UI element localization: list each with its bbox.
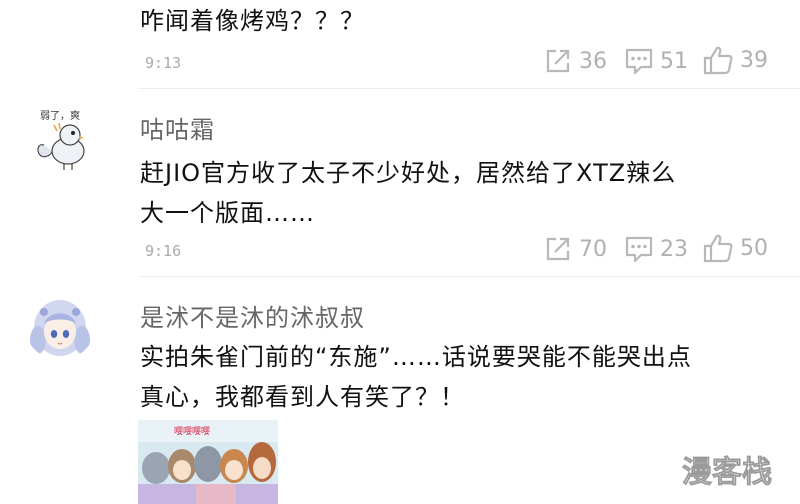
divider	[138, 276, 800, 277]
share-icon	[546, 49, 570, 73]
comment-text-line1: 赶JIO官方收了太子不少好处，居然给了XTZ辣么	[140, 159, 677, 187]
like-button[interactable]: 39	[702, 44, 768, 76]
reply-count: 23	[660, 236, 688, 262]
share-count: 36	[579, 48, 607, 74]
comment-text-line2: 真心，我都看到人有笑了？！	[140, 383, 465, 411]
avatar[interactable]: 弱了，爽	[24, 105, 96, 177]
comment-text: 咋闻着像烤鸡？？？	[140, 7, 365, 35]
reply-button[interactable]: 51	[624, 46, 688, 76]
watermark-text: 漫客栈	[682, 455, 772, 490]
image-caption: 嘤嘤嘤嘤	[174, 426, 210, 437]
share-count: 70	[579, 236, 607, 262]
like-count: 50	[740, 235, 768, 261]
comment-text-line2: 大一个版面……	[140, 199, 315, 227]
username[interactable]: 咕咕霜	[140, 110, 215, 145]
share-icon	[546, 237, 570, 261]
thumbs-up-icon	[703, 234, 733, 263]
reply-button[interactable]: 23	[624, 234, 688, 264]
comment-text-line1: 实拍朱雀门前的“东施”……话说要哭能不能哭出点	[140, 343, 692, 371]
bird-avatar-image: 弱了，爽	[24, 105, 96, 177]
divider	[138, 88, 800, 89]
comment-icon	[625, 48, 653, 75]
crying-crowd-image: 嘤嘤嘤嘤	[138, 420, 278, 504]
avatar[interactable]	[24, 288, 96, 360]
username[interactable]: 是沭不是沐的沭叔叔	[140, 298, 365, 333]
avatar-caption: 弱了，爽	[40, 110, 80, 122]
comment-time: 9:16	[145, 242, 182, 260]
anime-girl-avatar-image	[24, 288, 96, 360]
comment-time: 9:13	[145, 54, 182, 72]
reply-count: 51	[660, 48, 688, 74]
like-count: 39	[740, 47, 768, 73]
watermark-logo: 漫客栈	[668, 440, 792, 496]
like-button[interactable]: 50	[702, 232, 768, 264]
share-button[interactable]: 70	[543, 234, 607, 264]
thumbs-up-icon	[703, 46, 733, 75]
comment-image[interactable]: 嘤嘤嘤嘤	[138, 420, 278, 504]
share-button[interactable]: 36	[543, 46, 607, 76]
comment-icon	[625, 236, 653, 263]
